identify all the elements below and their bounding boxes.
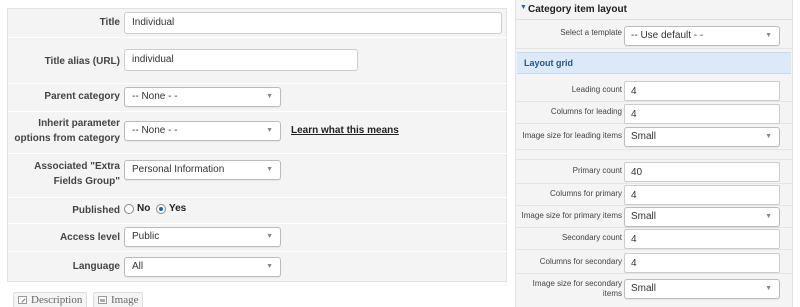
published-no-label[interactable]: No (137, 202, 150, 216)
image-size-primary-value: Small (631, 211, 657, 222)
language-value: All (132, 261, 144, 272)
extra-fields-value: Personal Information (132, 164, 225, 175)
layout-grid-title: Layout grid (524, 58, 573, 68)
title-input[interactable]: Individual (124, 12, 502, 34)
alias-row: Title alias (URL) individual (8, 37, 508, 83)
template-label: Select a template (560, 28, 622, 37)
template-value: -- Use default - - (631, 30, 704, 41)
image-size-primary-label: Image size for primary items (521, 211, 622, 220)
title-row: Title Individual (8, 9, 508, 37)
learn-what-this-means-link[interactable]: Learn what this means (291, 124, 399, 138)
columns-secondary-label: Columns for secondary (539, 257, 622, 266)
columns-leading-input[interactable]: 4 (624, 104, 780, 124)
chevron-down-icon: ▼ (266, 233, 273, 240)
parent-category-row: Parent category -- None - - ▼ (8, 83, 508, 111)
language-label: Language (72, 261, 120, 272)
chevron-down-icon: ▼ (765, 285, 772, 292)
access-level-row: Access level Public ▼ (8, 223, 508, 251)
secondary-count-input[interactable]: 4 (624, 229, 780, 249)
category-item-layout-panel: ▼ Category item layout Select a template… (515, 0, 793, 307)
image-size-secondary-select[interactable]: Small ▼ (624, 279, 780, 299)
access-level-label: Access level (59, 232, 120, 243)
chevron-down-icon: ▼ (765, 133, 772, 140)
inherit-row: Inherit parameter options from category … (8, 111, 508, 153)
parent-category-value: -- None - - (132, 91, 178, 102)
primary-count-input[interactable]: 40 (624, 162, 780, 182)
published-radio-group: No Yes (124, 202, 244, 216)
panel-title: Category item layout (528, 4, 627, 15)
chevron-down-icon: ▼ (765, 32, 772, 39)
image-size-secondary-label: Image size for secondary items (532, 279, 622, 298)
leading-count-label: Leading count (571, 85, 622, 94)
published-yes-radio[interactable] (156, 204, 166, 214)
published-no-radio[interactable] (124, 204, 134, 214)
columns-primary-input[interactable]: 4 (624, 185, 780, 205)
chevron-down-icon: ▼ (266, 93, 273, 100)
tab-image[interactable]: Image (93, 292, 144, 307)
template-select[interactable]: -- Use default - - ▼ (624, 26, 780, 46)
chevron-down-icon: ▼ (266, 127, 273, 134)
parent-category-label: Parent category (44, 91, 120, 102)
image-size-secondary-value: Small (631, 283, 657, 294)
published-yes-label[interactable]: Yes (169, 202, 186, 216)
columns-leading-label: Columns for leading (550, 107, 622, 116)
image-size-primary-select[interactable]: Small ▼ (624, 207, 780, 227)
inherit-label: Inherit parameter options from category (14, 118, 120, 144)
caret-down-icon: ▼ (520, 4, 527, 11)
extra-fields-select[interactable]: Personal Information ▼ (124, 160, 281, 180)
parent-category-select[interactable]: -- None - - ▼ (124, 87, 281, 107)
columns-secondary-input[interactable]: 4 (624, 253, 780, 273)
columns-leading-row: Columns for leading 4 (516, 102, 792, 124)
language-row: Language All ▼ (8, 251, 508, 281)
published-row: Published No Yes (8, 197, 508, 223)
row-spacer (516, 150, 792, 160)
secondary-count-row: Secondary count 4 (516, 228, 792, 250)
pencil-icon (18, 296, 27, 304)
tab-description[interactable]: Description (13, 292, 88, 307)
image-size-leading-row: Image size for leading items Small ▼ (516, 124, 792, 150)
alias-label: Title alias (URL) (44, 56, 120, 67)
alias-input[interactable]: individual (124, 49, 358, 71)
image-size-primary-row: Image size for primary items Small ▼ (516, 206, 792, 228)
layout-grid-heading: Layout grid (517, 52, 791, 74)
template-row: Select a template -- Use default - - ▼ (516, 21, 792, 49)
inherit-value: -- None - - (132, 125, 178, 136)
image-size-secondary-row: Image size for secondary items Small ▼ (516, 274, 792, 307)
secondary-count-label: Secondary count (561, 233, 622, 242)
columns-secondary-row: Columns for secondary 4 (516, 250, 792, 274)
primary-count-row: Primary count 40 (516, 160, 792, 184)
access-level-value: Public (132, 231, 160, 242)
leading-count-input[interactable]: 4 (624, 81, 780, 101)
panel-header[interactable]: ▼ Category item layout (516, 2, 792, 20)
title-label: Title (99, 17, 120, 28)
access-level-select[interactable]: Public ▼ (124, 227, 281, 247)
primary-count-label: Primary count (572, 166, 622, 175)
image-size-leading-label: Image size for leading items (522, 131, 622, 140)
chevron-down-icon: ▼ (765, 213, 772, 220)
image-icon (98, 296, 107, 304)
columns-primary-label: Columns for primary (549, 189, 622, 198)
extra-fields-row: Associated "Extra Fields Group" Personal… (8, 153, 508, 197)
extra-fields-label: Associated "Extra Fields Group" (34, 161, 120, 187)
category-edit-form: Title Individual Title alias (URL) indiv… (7, 8, 508, 282)
published-label: Published (72, 205, 120, 216)
inherit-select[interactable]: -- None - - ▼ (124, 121, 281, 141)
chevron-down-icon: ▼ (266, 166, 273, 173)
leading-count-row: Leading count 4 (516, 78, 792, 102)
columns-primary-row: Columns for primary 4 (516, 184, 792, 206)
chevron-down-icon: ▼ (266, 263, 273, 270)
image-size-leading-value: Small (631, 131, 657, 142)
image-size-leading-select[interactable]: Small ▼ (624, 127, 780, 147)
language-select[interactable]: All ▼ (124, 257, 281, 277)
